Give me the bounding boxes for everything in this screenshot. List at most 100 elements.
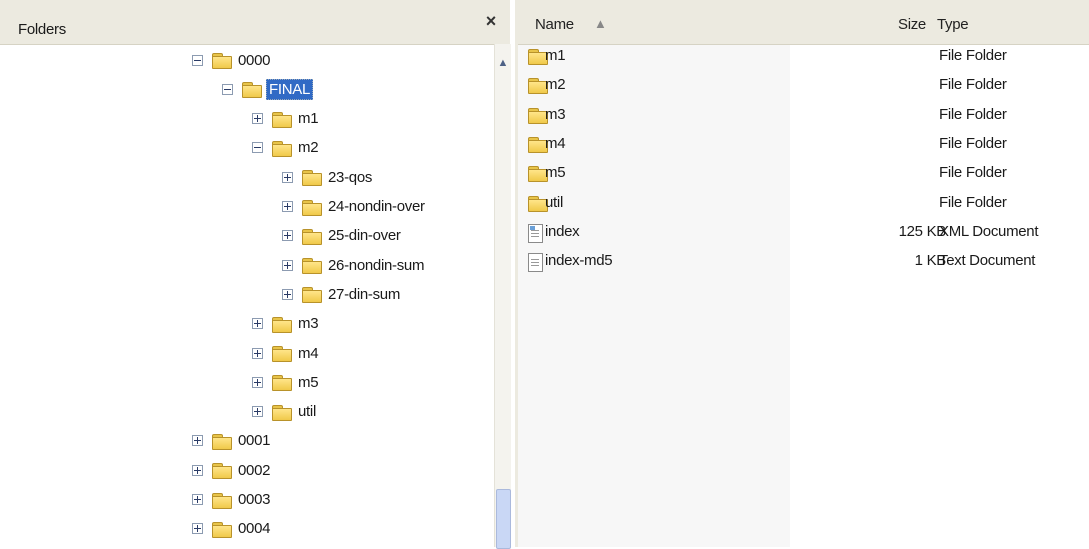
tree-item[interactable]: 27-din-sum [282, 282, 402, 306]
tree-item-label: m4 [298, 344, 319, 362]
file-type: File Folder [939, 164, 1007, 182]
folder-icon [302, 286, 322, 304]
tree-item[interactable]: m3 [252, 312, 320, 336]
collapse-minus-icon[interactable] [192, 54, 203, 66]
file-list-row[interactable]: m2 File Folder [518, 74, 1089, 98]
expand-plus-icon[interactable] [282, 171, 293, 183]
expand-plus-icon[interactable] [192, 523, 203, 535]
tree-item[interactable]: 0001 [192, 429, 272, 453]
folder-icon [272, 345, 292, 362]
column-header-size[interactable]: Size [898, 16, 926, 33]
scrollbar-thumb[interactable] [496, 489, 511, 549]
file-name: index [545, 222, 580, 240]
expand-plus-icon[interactable] [192, 464, 203, 476]
folder-icon [272, 316, 292, 333]
expand-plus-icon[interactable] [282, 259, 293, 271]
folders-pane: Folders × 0000 FINAL m1 m2 23-qos 24-nondin-o… [0, 0, 517, 549]
file-name: m3 [545, 105, 566, 123]
file-name: util [545, 193, 563, 211]
tree-item-label: util [298, 403, 316, 421]
collapse-minus-icon[interactable] [222, 83, 233, 95]
file-name: m2 [545, 76, 566, 94]
folder-icon [242, 81, 262, 99]
tree-item[interactable]: m4 [252, 341, 320, 365]
file-name: m1 [545, 47, 566, 64]
close-folders-button[interactable]: × [483, 12, 499, 30]
folder-icon [212, 521, 232, 538]
expand-plus-icon[interactable] [252, 406, 263, 418]
expand-plus-icon[interactable] [252, 347, 263, 359]
tree-item[interactable]: FINAL [222, 77, 314, 101]
tree-item[interactable]: m2 [252, 136, 320, 160]
expand-plus-icon[interactable] [252, 318, 263, 330]
file-list-row[interactable]: m3 File Folder [518, 104, 1089, 128]
folder-icon [212, 433, 232, 450]
column-header-type[interactable]: Type [937, 16, 969, 33]
expand-plus-icon[interactable] [282, 201, 293, 212]
tree-item[interactable]: m1 [252, 107, 320, 131]
tree-item[interactable]: 25-din-over [282, 224, 403, 248]
file-list-row[interactable]: index 125 KB XML Document [518, 221, 1089, 245]
tree-item[interactable]: 0002 [192, 458, 272, 482]
folder-icon [272, 111, 292, 128]
file-type: XML Document [939, 222, 1039, 240]
sort-ascending-icon: ▲ [594, 16, 607, 31]
folder-icon [302, 169, 322, 187]
file-list-row[interactable]: m5 File Folder [518, 162, 1089, 186]
tree-item-label: m5 [298, 373, 319, 391]
expand-plus-icon[interactable] [192, 494, 203, 505]
folder-icon [212, 492, 232, 509]
file-type: File Folder [939, 47, 1007, 64]
file-list-row[interactable]: m1 File Folder [518, 45, 1089, 69]
expand-plus-icon[interactable] [282, 288, 293, 300]
tree-item[interactable]: 26-nondin-sum [282, 253, 426, 277]
tree-item[interactable]: util [252, 400, 318, 424]
tree-item[interactable]: 0004 [192, 517, 272, 541]
tree-item[interactable]: 0000 [192, 48, 272, 72]
file-type: Text Document [939, 252, 1036, 270]
file-name: m5 [545, 164, 566, 182]
list-header: Name ▲ Size Type [518, 0, 1089, 45]
tree-item-label: m3 [298, 315, 319, 333]
folder-icon [272, 404, 292, 421]
folder-icon [302, 257, 322, 275]
expand-plus-icon[interactable] [252, 376, 263, 388]
tree-item-label: 23-qos [328, 168, 373, 186]
file-type: File Folder [939, 134, 1007, 152]
file-list-row[interactable]: index-md5 1 KB Text Document [518, 250, 1089, 274]
tree-item-label: 0004 [238, 520, 271, 538]
collapse-minus-icon[interactable] [252, 142, 263, 154]
tree-item[interactable]: 23-qos [282, 165, 374, 189]
folder-icon [272, 140, 292, 157]
tree-item-label: 27-din-sum [328, 285, 401, 303]
tree-scrollbar[interactable]: ▲ [494, 44, 511, 549]
file-list-pane: Name ▲ Size Type m1 File Folder m2 File Fol… [518, 0, 1089, 547]
file-list-row[interactable]: util File Folder [518, 192, 1089, 216]
file-type: File Folder [939, 105, 1007, 123]
expand-plus-icon[interactable] [252, 113, 263, 125]
file-type: File Folder [939, 193, 1007, 211]
tree-item-label: 0000 [238, 51, 271, 69]
column-header-name[interactable]: Name [535, 16, 574, 33]
folders-title: Folders [18, 21, 66, 38]
file-name: index-md5 [545, 252, 613, 270]
expand-plus-icon[interactable] [192, 435, 203, 447]
file-type: File Folder [939, 76, 1007, 94]
tree-item[interactable]: 0003 [192, 488, 272, 512]
tree-item[interactable]: 24-nondin-over [282, 195, 427, 219]
expand-plus-icon[interactable] [282, 230, 293, 242]
folder-icon [272, 374, 292, 392]
tree-item-label: 0003 [238, 491, 271, 508]
xml-document-icon [528, 223, 543, 243]
folder-icon [302, 199, 322, 216]
folder-icon [302, 228, 322, 245]
tree-item-label: FINAL [266, 78, 314, 100]
tree-item-label: m1 [298, 110, 319, 128]
tree-item[interactable]: m5 [252, 370, 320, 394]
tree-item-label: 0001 [238, 432, 271, 450]
folder-icon [212, 52, 232, 69]
file-list-row[interactable]: m4 File Folder [518, 133, 1089, 157]
tree-item-label: 26-nondin-sum [328, 256, 425, 274]
file-name: m4 [545, 134, 566, 152]
scroll-up-arrow-icon[interactable]: ▲ [495, 54, 511, 72]
